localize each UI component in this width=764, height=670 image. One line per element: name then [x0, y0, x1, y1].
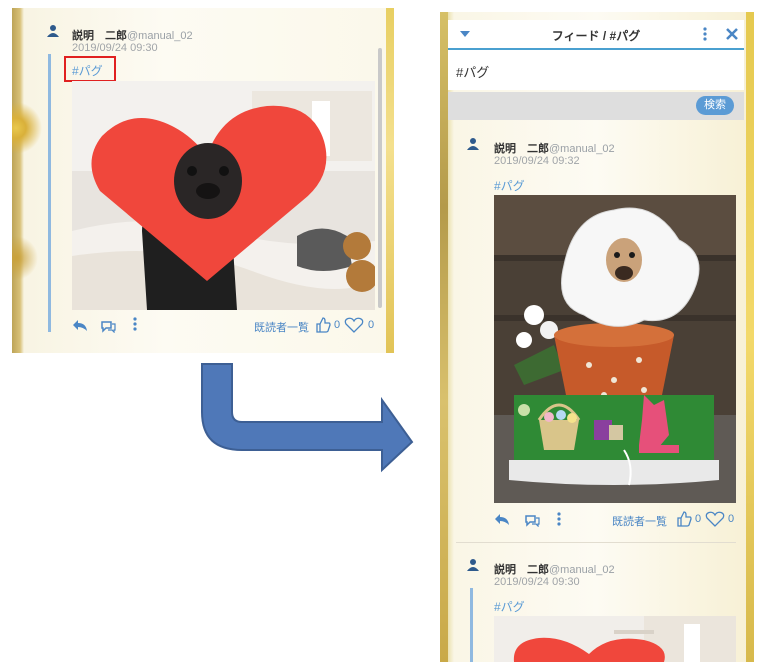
- post-photo-pug-flower[interactable]: [494, 195, 736, 503]
- user-name[interactable]: 説明 二郎: [494, 564, 549, 576]
- post-photo-pug-heart[interactable]: [494, 616, 736, 662]
- readers-list-link[interactable]: 既読者一覧: [612, 513, 667, 529]
- thumbs-up-icon[interactable]: [676, 511, 692, 527]
- hashtag-link[interactable]: #パグ: [72, 62, 103, 79]
- more-icon[interactable]: [132, 317, 138, 331]
- heart-icon[interactable]: [344, 317, 364, 333]
- post-header: 説明 二郎@manual_02: [494, 558, 615, 577]
- timestamp: 2019/09/24 09:30: [494, 576, 580, 588]
- user-handle: @manual_02: [127, 30, 193, 42]
- feed-panel: フィード / #パグ #パグ 検索 説明 二郎@manual_02 2019/0…: [440, 12, 754, 662]
- more-icon[interactable]: [556, 512, 562, 526]
- hashtag-link[interactable]: #パグ: [494, 598, 525, 615]
- timestamp: 2019/09/24 09:32: [494, 155, 580, 167]
- post-divider: [456, 542, 736, 543]
- close-icon[interactable]: [726, 28, 738, 40]
- left-post-card: 説明 二郎@manual_02 2019/09/24 09:30 #パグ 既読者…: [12, 8, 394, 353]
- arrow-icon: [201, 363, 414, 473]
- user-name[interactable]: 説明 二郎: [494, 143, 549, 155]
- heart-icon[interactable]: [705, 511, 725, 527]
- heart-count: 0: [368, 319, 375, 331]
- avatar-icon: [467, 559, 479, 571]
- avatar-icon: [47, 25, 59, 37]
- comment-icon[interactable]: [100, 319, 116, 333]
- like-count: 0: [695, 513, 702, 525]
- thumbs-up-icon[interactable]: [315, 317, 331, 333]
- thread-rail: [48, 54, 51, 332]
- thread-rail: [470, 588, 473, 662]
- reply-icon[interactable]: [72, 318, 88, 332]
- scrollbar[interactable]: [378, 48, 382, 308]
- post-photo-pug-heart[interactable]: [72, 81, 375, 310]
- search-input[interactable]: #パグ: [448, 50, 744, 90]
- search-button[interactable]: 検索: [696, 96, 734, 115]
- heart-count: 0: [728, 513, 735, 525]
- more-icon[interactable]: [702, 27, 708, 41]
- feed-title: フィード / #パグ: [551, 29, 641, 43]
- user-handle: @manual_02: [549, 143, 615, 155]
- comment-icon[interactable]: [524, 513, 540, 527]
- like-count: 0: [334, 319, 341, 331]
- hashtag-link[interactable]: #パグ: [494, 177, 525, 194]
- feed-header: フィード / #パグ: [448, 20, 744, 50]
- search-input-value: #パグ: [456, 65, 490, 80]
- timestamp: 2019/09/24 09:30: [72, 42, 158, 54]
- reply-icon[interactable]: [494, 512, 510, 526]
- post-header: 説明 二郎@manual_02: [72, 24, 193, 43]
- search-bar: 検索: [448, 92, 744, 120]
- user-name[interactable]: 説明 二郎: [72, 30, 127, 42]
- post-header: 説明 二郎@manual_02: [494, 137, 615, 156]
- readers-list-link[interactable]: 既読者一覧: [254, 319, 309, 335]
- avatar-icon: [467, 138, 479, 150]
- user-handle: @manual_02: [549, 564, 615, 576]
